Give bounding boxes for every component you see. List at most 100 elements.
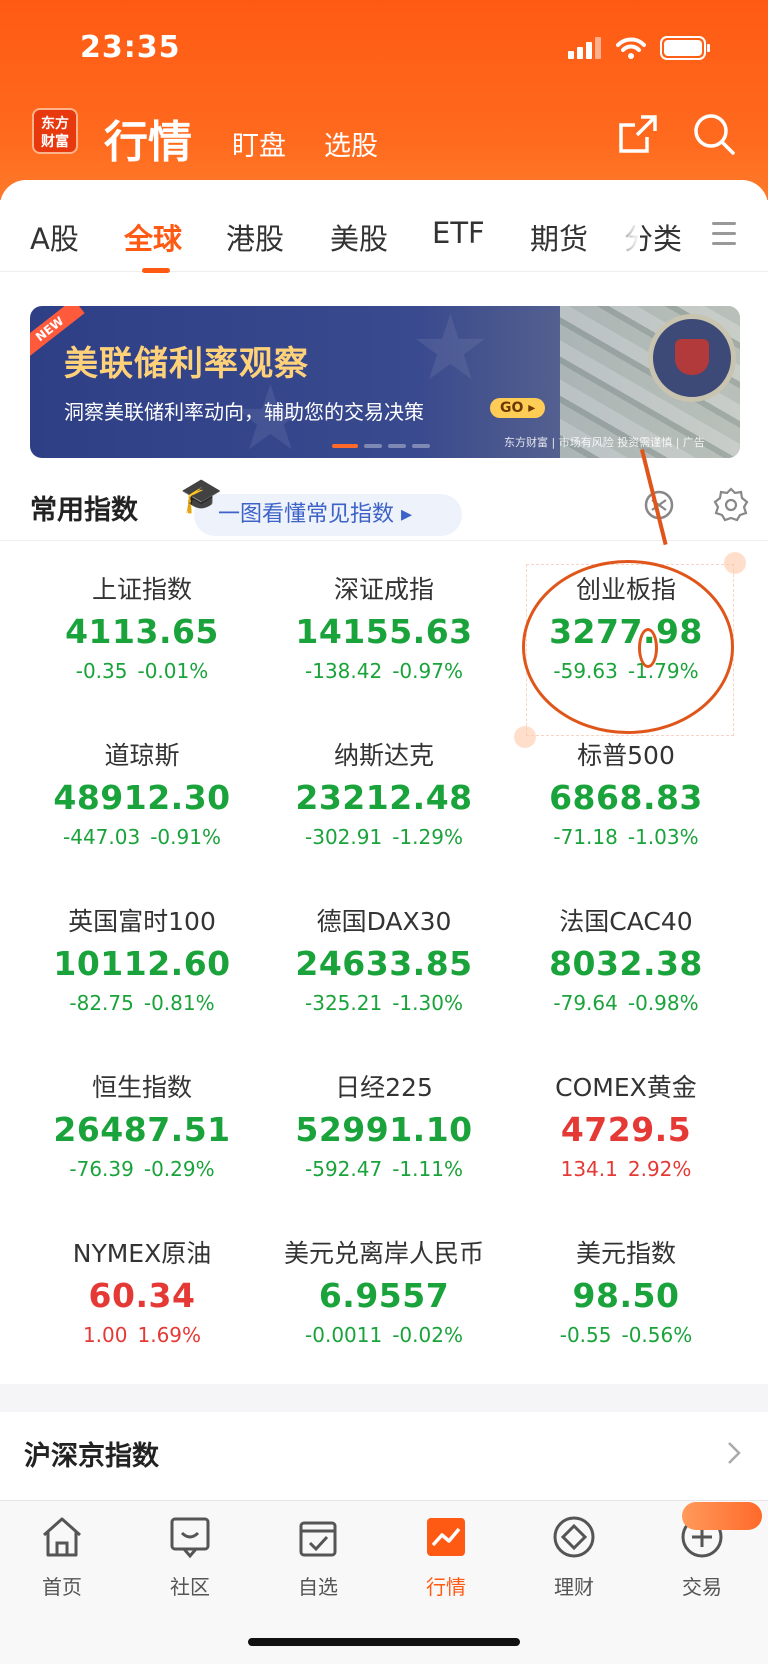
tab-stock-picker[interactable]: 选股 — [324, 124, 378, 163]
index-price: 23212.48 — [295, 778, 473, 817]
graduation-cap-icon: 🎓 — [180, 476, 223, 516]
index-card-1[interactable]: 深证成指 14155.63 -138.42 -0.97% — [264, 570, 504, 683]
trade-promo-badge[interactable] — [682, 1502, 762, 1530]
index-change-pct: -1.30% — [392, 991, 463, 1015]
index-change-pct: -0.01% — [137, 659, 209, 683]
banner-disclaimer: 东方财富 | 市场有风险 投资需谨慎 | 广告 — [504, 436, 705, 449]
annotation-small-circle — [638, 628, 658, 668]
share-button[interactable] — [614, 110, 662, 158]
index-change: 134.1 — [560, 1157, 618, 1181]
index-card-13[interactable]: 美元兑离岸人民币 6.9557 -0.0011 -0.02% — [264, 1234, 504, 1347]
fed-seal-icon — [648, 314, 736, 402]
index-price: 4729.5 — [560, 1110, 692, 1149]
tabbar-market[interactable]: 行情 — [406, 1513, 486, 1600]
hs-index-row[interactable]: 沪深京指数 — [0, 1412, 768, 1492]
index-change-pct: 1.69% — [137, 1323, 202, 1347]
watchlist-icon — [299, 1521, 337, 1557]
index-price: 8032.38 — [549, 944, 703, 983]
signal-icon — [568, 37, 601, 59]
index-price: 52991.10 — [295, 1110, 473, 1149]
tabbar-label: 首页 — [42, 1575, 82, 1599]
index-name: 法国CAC40 — [559, 907, 693, 936]
index-price: 6.9557 — [318, 1276, 450, 1315]
tabbar-label: 自选 — [298, 1575, 338, 1599]
index-card-14[interactable]: 美元指数 98.50 -0.55 -0.56% — [506, 1234, 746, 1347]
index-name: 英国富时100 — [68, 907, 216, 936]
search-button[interactable] — [690, 110, 738, 158]
index-card-9[interactable]: 恒生指数 26487.51 -76.39 -0.29% — [22, 1068, 262, 1181]
index-change: -0.35 — [75, 659, 128, 683]
index-name: 德国DAX30 — [316, 907, 452, 936]
index-card-10[interactable]: 日经225 52991.10 -592.47 -1.11% — [264, 1068, 504, 1181]
index-card-5[interactable]: 标普500 6868.83 -71.18 -1.03% — [506, 736, 746, 849]
index-price: 24633.85 — [295, 944, 473, 983]
index-card-0[interactable]: 上证指数 4113.65 -0.35 -0.01% — [22, 570, 262, 683]
index-card-8[interactable]: 法国CAC40 8032.38 -79.64 -0.98% — [506, 902, 746, 1015]
index-price: 14155.63 — [295, 612, 473, 651]
index-price: 6868.83 — [549, 778, 703, 817]
index-price: 60.34 — [88, 1276, 196, 1315]
index-change-pct: -0.97% — [392, 659, 463, 683]
header-bar: 23:35 东方 财富 行情 盯盘 选股 — [0, 0, 768, 200]
index-change: -79.64 — [553, 991, 618, 1015]
tab-etf[interactable]: ETF — [432, 216, 485, 250]
index-change-pct: -0.02% — [392, 1323, 463, 1347]
index-card-12[interactable]: NYMEX原油 60.34 1.00 1.69% — [22, 1234, 262, 1347]
index-change: -325.21 — [305, 991, 383, 1015]
fed-rate-banner[interactable]: ★ ★ NEW 美联储利率观察 洞察美联储利率动向，辅助您的交易决策 GO ▸ … — [30, 306, 740, 458]
index-change: -71.18 — [553, 825, 618, 849]
banner-go-label: GO — [500, 400, 524, 416]
settings-gear-icon[interactable] — [712, 486, 750, 524]
section-separator — [0, 1384, 768, 1412]
index-name: 美元兑离岸人民币 — [283, 1239, 484, 1268]
tab-us[interactable]: 美股 — [330, 216, 388, 258]
tabbar-watchlist[interactable]: 自选 — [278, 1513, 358, 1600]
index-change-pct: 2.92% — [627, 1157, 692, 1181]
index-name: 日经225 — [335, 1073, 433, 1102]
index-change-pct: -1.29% — [392, 825, 463, 849]
wealth-icon — [553, 1516, 595, 1558]
tabbar-label: 行情 — [426, 1575, 466, 1599]
banner-go-button[interactable]: GO ▸ — [490, 398, 546, 418]
index-card-3[interactable]: 道琼斯 48912.30 -447.03 -0.91% — [22, 736, 262, 849]
tabbar-community[interactable]: 社区 — [150, 1513, 230, 1600]
banner-dot — [364, 444, 382, 448]
status-icons — [568, 36, 712, 60]
banner-pagination — [332, 444, 430, 448]
index-card-11[interactable]: COMEX黄金 4729.5 134.1 2.92% — [506, 1068, 746, 1181]
index-guide-button[interactable]: 一图看懂常见指数 ▸ — [194, 494, 462, 536]
tab-global[interactable]: 全球 — [124, 216, 182, 258]
tab-a-share[interactable]: A股 — [30, 216, 79, 258]
index-name: COMEX黄金 — [555, 1073, 697, 1102]
index-change-pct: -1.11% — [392, 1157, 463, 1181]
hs-index-title: 沪深京指数 — [24, 1441, 159, 1472]
index-card-4[interactable]: 纳斯达克 23212.48 -302.91 -1.29% — [264, 736, 504, 849]
index-name: 美元指数 — [575, 1239, 676, 1268]
annotation-circle — [522, 560, 734, 734]
chevron-right-icon — [728, 1442, 741, 1464]
tabs-menu-button[interactable] — [712, 222, 736, 252]
page-title: 行情 — [104, 117, 192, 168]
tab-futures[interactable]: 期货 — [530, 216, 588, 258]
tab-watch-board[interactable]: 盯盘 — [232, 124, 286, 163]
index-name: 恒生指数 — [91, 1073, 192, 1102]
section-divider — [0, 540, 768, 541]
banner-dot-active — [332, 444, 358, 448]
index-price: 4113.65 — [65, 612, 219, 651]
tabbar-home[interactable]: 首页 — [22, 1513, 102, 1600]
market-icon — [427, 1518, 465, 1556]
index-change: -0.0011 — [305, 1323, 383, 1347]
index-name: 道琼斯 — [104, 741, 180, 770]
index-change: -76.39 — [69, 1157, 134, 1181]
tab-hk[interactable]: 港股 — [226, 216, 284, 258]
index-price: 98.50 — [572, 1276, 680, 1315]
index-change-pct: -0.56% — [621, 1323, 693, 1347]
index-change: -82.75 — [69, 991, 134, 1015]
index-change-pct: -0.91% — [150, 825, 221, 849]
tabbar-wealth[interactable]: 理财 — [534, 1513, 614, 1600]
home-icon — [43, 1517, 81, 1557]
index-price: 10112.60 — [53, 944, 231, 983]
community-icon — [170, 1517, 210, 1559]
index-card-6[interactable]: 英国富时100 10112.60 -82.75 -0.81% — [22, 902, 262, 1015]
index-card-7[interactable]: 德国DAX30 24633.85 -325.21 -1.30% — [264, 902, 504, 1015]
